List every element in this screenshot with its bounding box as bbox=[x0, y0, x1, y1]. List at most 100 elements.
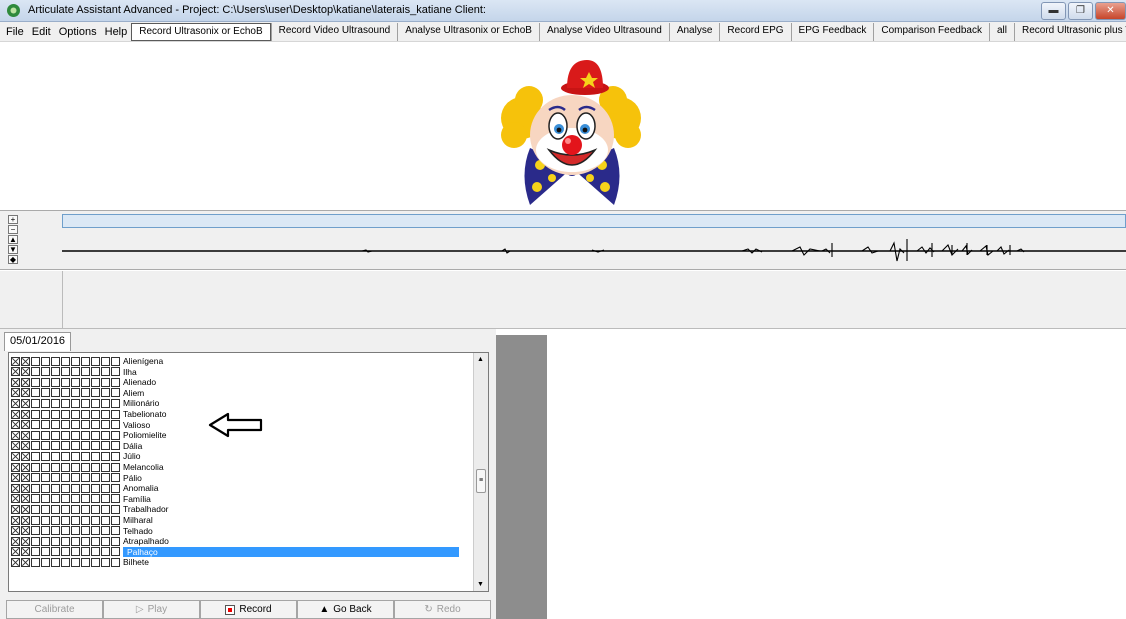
checked-checkbox[interactable] bbox=[21, 377, 30, 387]
checked-checkbox[interactable] bbox=[11, 536, 20, 546]
checkbox[interactable] bbox=[81, 515, 90, 525]
list-item[interactable]: Milharal bbox=[11, 515, 153, 525]
menu-help[interactable]: Help bbox=[101, 26, 132, 38]
checkbox[interactable] bbox=[71, 409, 80, 419]
checkbox[interactable] bbox=[101, 526, 110, 536]
checked-checkbox[interactable] bbox=[21, 483, 30, 493]
checkbox[interactable] bbox=[101, 367, 110, 377]
checkbox[interactable] bbox=[111, 515, 120, 525]
checked-checkbox[interactable] bbox=[21, 388, 30, 398]
checkbox[interactable] bbox=[81, 547, 90, 557]
zoom-in-icon[interactable]: + bbox=[8, 215, 18, 224]
checkbox[interactable] bbox=[111, 356, 120, 366]
checkbox[interactable] bbox=[81, 494, 90, 504]
audio-waveform[interactable] bbox=[62, 233, 1126, 269]
go-back-button[interactable]: ▲ Go Back bbox=[297, 600, 394, 619]
checkbox[interactable] bbox=[111, 441, 120, 451]
checkbox[interactable] bbox=[101, 377, 110, 387]
checkbox[interactable] bbox=[71, 526, 80, 536]
checked-checkbox[interactable] bbox=[11, 388, 20, 398]
checked-checkbox[interactable] bbox=[11, 409, 20, 419]
checked-checkbox[interactable] bbox=[11, 430, 20, 440]
checkbox[interactable] bbox=[101, 388, 110, 398]
checkbox[interactable] bbox=[61, 504, 70, 514]
checked-checkbox[interactable] bbox=[21, 494, 30, 504]
checked-checkbox[interactable] bbox=[11, 367, 20, 377]
checkbox[interactable] bbox=[31, 451, 40, 461]
checked-checkbox[interactable] bbox=[11, 547, 20, 557]
list-item[interactable]: Palhaço bbox=[11, 546, 459, 557]
checkbox[interactable] bbox=[51, 367, 60, 377]
checkbox[interactable] bbox=[71, 388, 80, 398]
checked-checkbox[interactable] bbox=[21, 451, 30, 461]
checkbox[interactable] bbox=[101, 515, 110, 525]
checkbox[interactable] bbox=[101, 356, 110, 366]
checked-checkbox[interactable] bbox=[21, 515, 30, 525]
menu-edit[interactable]: Edit bbox=[28, 26, 55, 38]
checkbox[interactable] bbox=[61, 377, 70, 387]
checkbox[interactable] bbox=[51, 388, 60, 398]
checkbox[interactable] bbox=[101, 483, 110, 493]
checkbox[interactable] bbox=[51, 377, 60, 387]
checkbox[interactable] bbox=[101, 420, 110, 430]
checkbox[interactable] bbox=[71, 367, 80, 377]
checkbox[interactable] bbox=[61, 515, 70, 525]
list-item[interactable]: Telhado bbox=[11, 526, 153, 536]
list-item[interactable]: Ilha bbox=[11, 367, 137, 377]
list-item[interactable]: Trabalhador bbox=[11, 504, 169, 514]
checkbox[interactable] bbox=[81, 377, 90, 387]
checkbox[interactable] bbox=[81, 388, 90, 398]
checkbox[interactable] bbox=[51, 462, 60, 472]
list-item[interactable]: Valioso bbox=[11, 420, 150, 430]
scroll-down-icon[interactable]: ▼ bbox=[477, 581, 484, 588]
checkbox[interactable] bbox=[31, 547, 40, 557]
checked-checkbox[interactable] bbox=[21, 536, 30, 546]
checkbox[interactable] bbox=[101, 557, 110, 567]
checkbox[interactable] bbox=[101, 409, 110, 419]
checkbox[interactable] bbox=[61, 536, 70, 546]
checkbox[interactable] bbox=[81, 398, 90, 408]
checkbox[interactable] bbox=[61, 483, 70, 493]
checkbox[interactable] bbox=[101, 462, 110, 472]
checkbox[interactable] bbox=[91, 451, 100, 461]
checkbox[interactable] bbox=[31, 430, 40, 440]
list-item[interactable]: Alienado bbox=[11, 377, 156, 387]
checkbox[interactable] bbox=[31, 356, 40, 366]
checkbox[interactable] bbox=[91, 430, 100, 440]
checkbox[interactable] bbox=[71, 451, 80, 461]
checkbox[interactable] bbox=[111, 536, 120, 546]
checkbox[interactable] bbox=[71, 356, 80, 366]
checkbox[interactable] bbox=[71, 377, 80, 387]
checkbox[interactable] bbox=[81, 420, 90, 430]
checkbox[interactable] bbox=[111, 526, 120, 536]
checkbox[interactable] bbox=[71, 420, 80, 430]
list-item[interactable]: Bilhete bbox=[11, 557, 149, 567]
checkbox[interactable] bbox=[41, 398, 50, 408]
checkbox[interactable] bbox=[81, 430, 90, 440]
checkbox[interactable] bbox=[41, 441, 50, 451]
checkbox[interactable] bbox=[61, 356, 70, 366]
checkbox[interactable] bbox=[61, 441, 70, 451]
tab-all[interactable]: all bbox=[988, 22, 1014, 41]
checkbox[interactable] bbox=[51, 515, 60, 525]
list-item[interactable]: Aliem bbox=[11, 388, 144, 398]
checkbox[interactable] bbox=[111, 504, 120, 514]
checkbox[interactable] bbox=[41, 462, 50, 472]
checkbox[interactable] bbox=[111, 462, 120, 472]
checked-checkbox[interactable] bbox=[11, 377, 20, 387]
checked-checkbox[interactable] bbox=[11, 398, 20, 408]
checked-checkbox[interactable] bbox=[21, 409, 30, 419]
checkbox[interactable] bbox=[111, 451, 120, 461]
checkbox[interactable] bbox=[31, 409, 40, 419]
calibrate-button[interactable]: Calibrate bbox=[6, 600, 103, 619]
checkbox[interactable] bbox=[101, 504, 110, 514]
checkbox[interactable] bbox=[61, 547, 70, 557]
checkbox[interactable] bbox=[41, 367, 50, 377]
word-list-scrollbar[interactable]: ▲ ≡ ▼ bbox=[473, 353, 488, 591]
checkbox[interactable] bbox=[51, 451, 60, 461]
list-item[interactable]: Família bbox=[11, 494, 151, 504]
waveform-selection-bar[interactable] bbox=[62, 214, 1126, 228]
checkbox[interactable] bbox=[31, 398, 40, 408]
checkbox[interactable] bbox=[71, 473, 80, 483]
checkbox[interactable] bbox=[91, 398, 100, 408]
